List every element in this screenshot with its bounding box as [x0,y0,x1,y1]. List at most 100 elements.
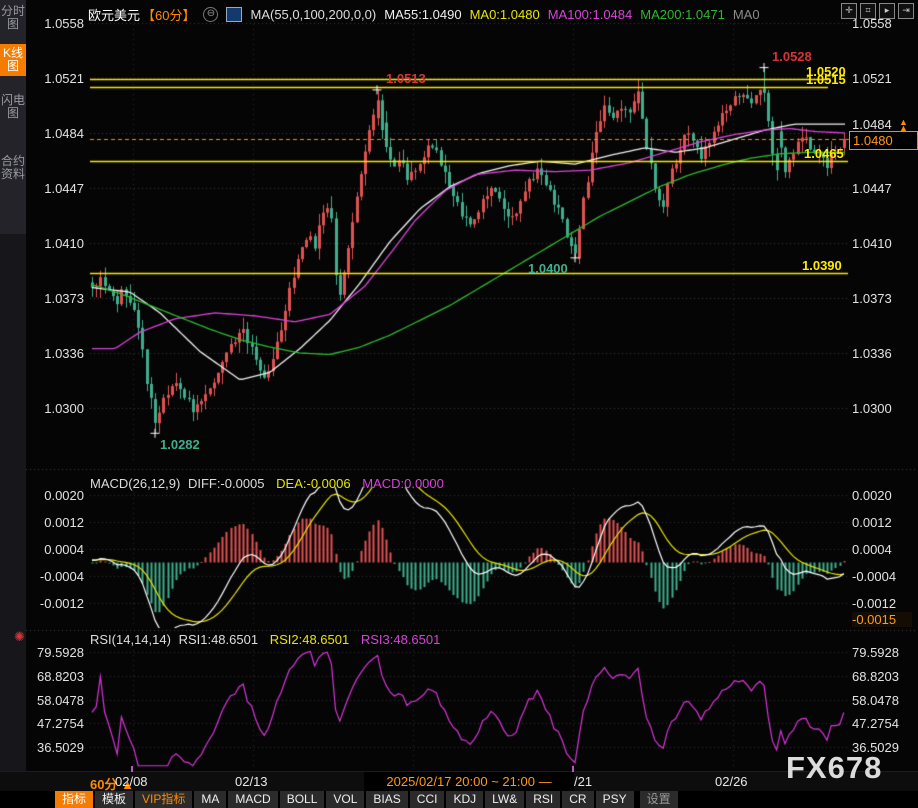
sidebar-item-1[interactable]: K线图 [0,44,26,76]
rsi1-readout: RSI1:48.6501 [179,632,259,647]
toolbar-tab-RSI[interactable]: RSI [526,791,560,808]
macd-axis-right-tick: -0.0012 [852,596,912,611]
toolbar-tab-PSY[interactable]: PSY [596,791,634,808]
timeframe-label: 【60分】 [142,5,195,24]
macd-axis-left-tick: 0.0004 [24,542,84,557]
rsi-header: RSI(14,14,14) RSI1:48.6501 RSI2:48.6501 … [90,632,448,647]
level-label: 1.0515 [806,72,846,87]
macd-axis-right-tick: 0.0012 [852,515,912,530]
rsi-title: RSI(14,14,14) [90,632,171,647]
macd-axis-left-tick: -0.0012 [24,596,84,611]
toolbar-tab-模板[interactable]: 模板 [95,791,133,808]
toolbar-tab-指标[interactable]: 指标 [55,791,93,808]
toolbar-tab-CR[interactable]: CR [562,791,593,808]
extreme-price-label: 1.0282 [160,437,200,452]
main-axis-left-tick: 1.0300 [24,401,84,416]
ma100-readout: MA100:1.0484 [548,7,633,22]
grid-tool-icon[interactable]: ⌗ [860,3,876,19]
current-price-box: 1.0480 [849,131,918,150]
date-axis-row: 60分 ▲ 2025/02/17 20:00 ~ 21:00 — /21 02/… [0,771,918,792]
sidebar-item-3[interactable]: 合约资料 [0,152,26,184]
macd-axis-extra-tick: -0.0015 [852,612,912,627]
sidebar-item-0[interactable]: 分时图 [0,2,26,34]
macd-axis-right-tick: -0.0004 [852,569,912,584]
chart-type-sidebar: 分时图 K线图闪电图合约资料 [0,0,26,808]
macd-axis-right-tick: 0.0020 [852,488,912,503]
macd-axis-left-tick: 0.0012 [24,515,84,530]
main-axis-left-tick: 1.0336 [24,346,84,361]
macd-axis-left-tick: -0.0004 [24,569,84,584]
chart-tools: ✛⌗▸⇥ [841,3,914,19]
snap-tool-icon[interactable]: ⇥ [898,3,914,19]
rsi-axis-left-tick: 47.2754 [24,716,84,731]
macd-macd-readout: MACD:0.0000 [362,476,444,491]
macd-dea-readout: DEA:-0.0006 [276,476,350,491]
toolbar-tab-LW&[interactable]: LW& [485,791,524,808]
date-tick-mark [572,766,574,772]
macd-axis-left-tick: 0.0020 [24,488,84,503]
level-label: 1.0390 [802,258,842,273]
main-axis-left-tick: 1.0484 [24,126,84,141]
main-axis-right-tick: 1.0410 [852,236,912,251]
toolbar-tab-KDJ[interactable]: KDJ [446,791,483,808]
scroll-tool-icon[interactable]: ▸ [879,3,895,19]
rsi2-readout: RSI2:48.6501 [270,632,350,647]
crosshair-time-tooltip: 2025/02/17 20:00 ~ 21:00 — [364,772,574,792]
toolbar-tab-MACD[interactable]: MACD [228,791,277,808]
partial-date-label: /21 [574,774,592,789]
main-axis-left-tick: 1.0373 [24,291,84,306]
toolbar-tab-设置[interactable]: 设置 [640,791,678,808]
rsi-axis-right-tick: 47.2754 [852,716,912,731]
level-label: 1.0465 [804,146,844,161]
sidebar-item-2[interactable]: 闪电图 [0,91,26,123]
crosshair-tool-icon[interactable]: ✛ [841,3,857,19]
ma-settings: MA(55,0,100,200,0,0) [250,7,376,22]
toolbar-tab-BIAS[interactable]: BIAS [366,791,407,808]
rsi-axis-left-tick: 79.5928 [24,645,84,660]
main-axis-right-tick: 1.0521 [852,71,912,86]
rsi-axis-right-tick: 68.8203 [852,669,912,684]
toolbar-tab-MA[interactable]: MA [194,791,226,808]
ma200-readout: MA200:1.0471 [640,7,725,22]
indicator-toolbar: 指标模板VIP指标MAMACDBOLLVOLBIASCCIKDJLW&RSICR… [0,791,918,808]
rsi-axis-left-tick: 68.8203 [24,669,84,684]
price-up-arrow-icon[interactable]: ▲▲ [899,119,908,131]
date-label: 02/13 [235,774,268,789]
rsi3-readout: RSI3:48.6501 [361,632,441,647]
main-axis-left-tick: 1.0521 [24,71,84,86]
ma0-extra: MA0 [733,7,760,22]
macd-header: MACD(26,12,9) DIFF:-0.0005 DEA:-0.0006 M… [90,476,452,491]
toolbar-tab-BOLL[interactable]: BOLL [280,791,325,808]
date-label: 02/08 [115,774,148,789]
toolbar-tab-CCI[interactable]: CCI [410,791,445,808]
macd-title: MACD(26,12,9) [90,476,180,491]
rsi-axis-left-tick: 58.0478 [24,693,84,708]
toolbar-tab-VOL[interactable]: VOL [326,791,364,808]
mini-chart-icon[interactable] [226,7,242,22]
ma55-readout: MA55:1.0490 [384,7,461,22]
ma0-readout: MA0:1.0480 [470,7,540,22]
main-axis-right-tick: 1.0447 [852,181,912,196]
extreme-price-label: 1.0528 [772,49,812,64]
chart-canvas[interactable] [0,0,918,808]
macd-axis-right-tick: 0.0004 [852,542,912,557]
symbol-name: 欧元美元 [88,5,140,24]
main-axis-right-tick: 1.0336 [852,346,912,361]
chart-header: 欧元美元 【60分】 ⊖ MA(55,0,100,200,0,0) MA55:1… [88,5,760,24]
extreme-price-label: 1.0513 [386,71,426,86]
date-label: 02/26 [715,774,748,789]
main-axis-right-tick: 1.0373 [852,291,912,306]
sidebar-group: 分时图 K线图闪电图合约资料 [0,0,26,234]
main-axis-left-tick: 1.0410 [24,236,84,251]
indicator-settings-icon[interactable]: ✺ [14,629,25,645]
toolbar-tab-VIP指标[interactable]: VIP指标 [135,791,192,808]
rsi-axis-left-tick: 36.5029 [24,740,84,755]
trading-app: 分时图 K线图闪电图合约资料 欧元美元 【60分】 ⊖ MA(55,0,100,2… [0,0,918,808]
extreme-price-label: 1.0400 [528,261,568,276]
macd-diff-readout: DIFF:-0.0005 [188,476,265,491]
main-axis-left-tick: 1.0558 [24,16,84,31]
watermark: FX678 [786,750,882,786]
date-tick-mark [131,766,133,772]
collapse-indicator-icon[interactable]: ⊖ [203,7,218,22]
rsi-axis-right-tick: 79.5928 [852,645,912,660]
